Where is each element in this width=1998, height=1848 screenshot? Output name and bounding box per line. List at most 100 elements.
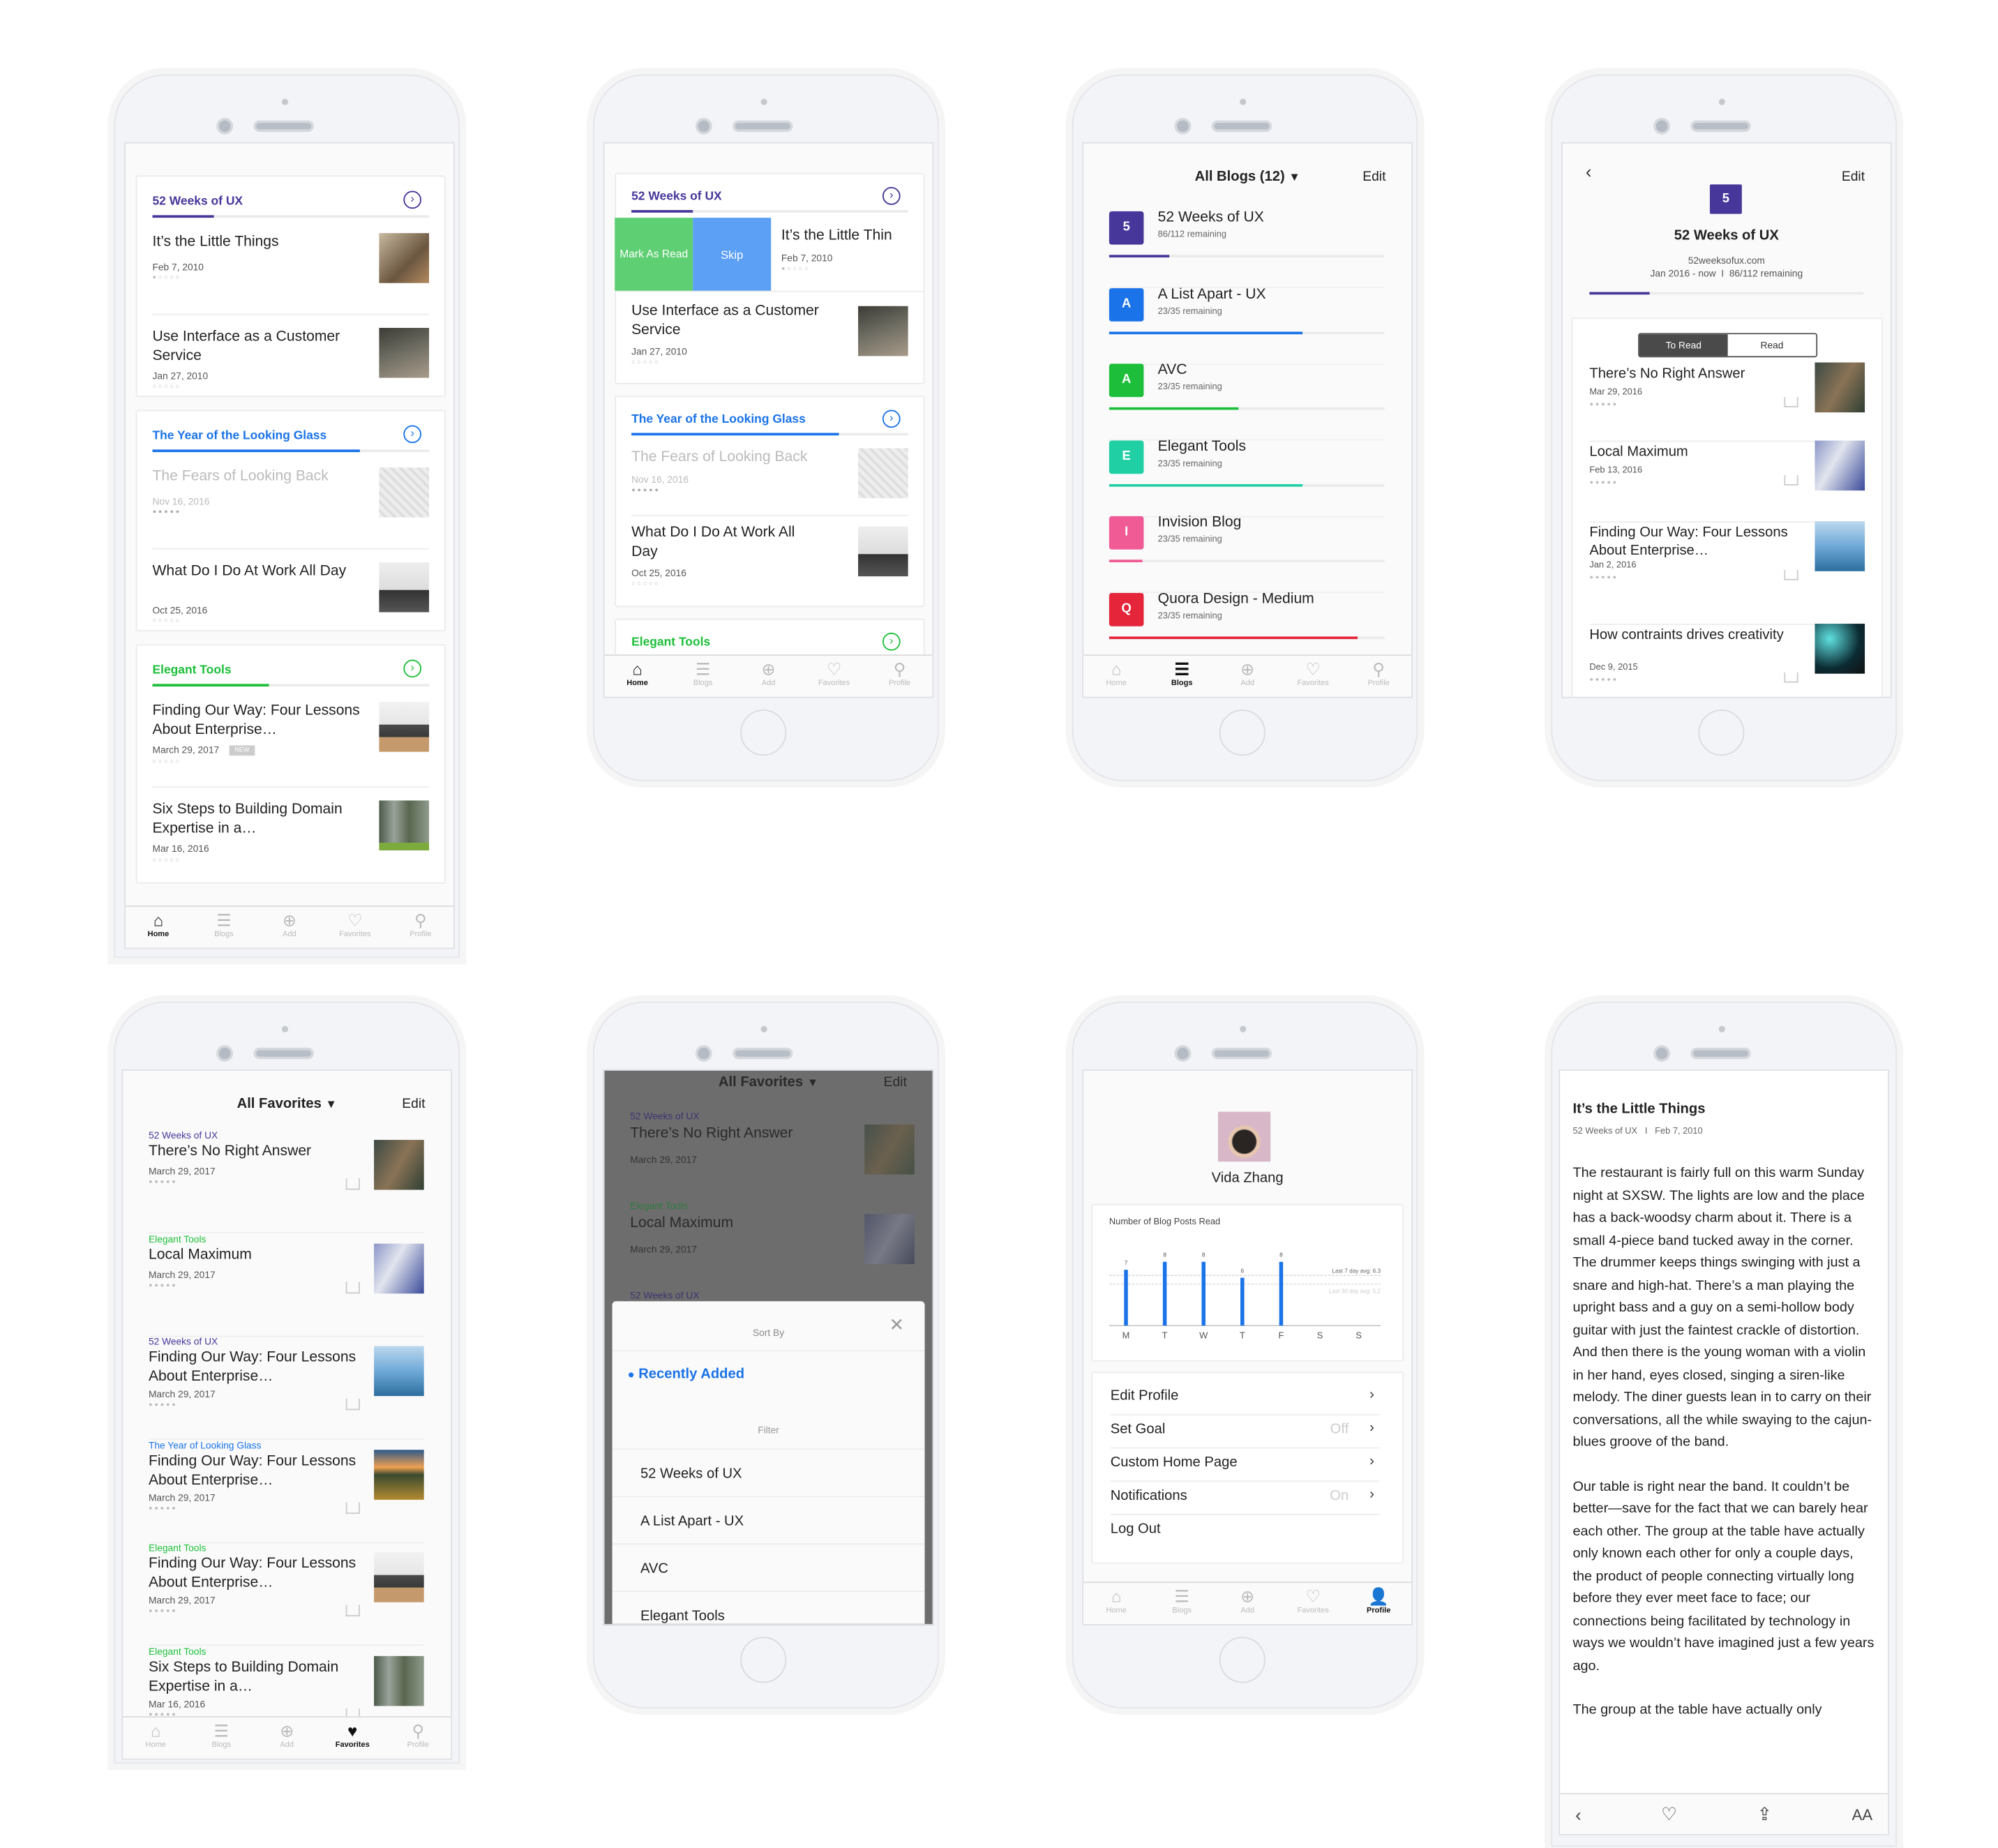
tab-favorites[interactable]: ♡ Favorites — [1280, 1583, 1346, 1624]
blog-url[interactable]: 52weeksofux.com — [1563, 255, 1891, 266]
mark-as-read-button[interactable]: Mark As Read — [615, 218, 693, 291]
tab-home[interactable]: ⌂ Home — [126, 907, 191, 948]
skip-button[interactable]: Skip — [693, 218, 772, 291]
post-item[interactable]: It’s the Little Things Feb 7, 2010 ●○○○○ — [152, 220, 430, 315]
post-item[interactable]: What Do I Do At Work All Day Oct 25, 201… — [152, 550, 430, 637]
post-item[interactable]: The Fears of Looking Back Nov 16, 2016 ●… — [152, 455, 430, 550]
home-button[interactable] — [1219, 709, 1265, 756]
heart-icon[interactable]: ♡ — [1661, 1803, 1677, 1825]
tab-favorites[interactable]: ♡ Favorites — [1280, 656, 1346, 697]
blog-row[interactable]: A AVC 23/35 remaining — [1109, 363, 1385, 441]
share-icon[interactable] — [345, 1398, 360, 1411]
tab-blogs[interactable]: ☰ Blogs — [1149, 1583, 1215, 1624]
sort-option-selected[interactable]: ● Recently Added — [628, 1367, 744, 1382]
tab-home[interactable]: ⌂ Home — [1083, 656, 1149, 697]
favorite-source[interactable]: Elegant Tools — [149, 1233, 206, 1245]
share-icon[interactable] — [345, 1501, 360, 1514]
favorite-item[interactable]: Elegant Tools Finding Our Way: Four Less… — [148, 1542, 424, 1646]
tab-add[interactable]: ⊕ Add — [257, 907, 322, 948]
blog-card[interactable]: 52 Weeks of UX › Mark As Read Skip It’s … — [615, 172, 925, 384]
chevron-right-circle-icon[interactable]: › — [403, 425, 422, 444]
blog-card-title[interactable]: The Year of the Looking Glass — [631, 412, 806, 426]
tab-add[interactable]: ⊕ Add — [736, 656, 802, 697]
tab-home[interactable]: ⌂ Home — [1083, 1583, 1149, 1624]
post-item[interactable]: Six Steps to Building Domain Expertise i… — [152, 788, 430, 880]
post-item[interactable]: Local Maximum Feb 13, 2016 ●●●●● — [1589, 440, 1865, 523]
edit-button[interactable]: Edit — [1362, 169, 1385, 184]
tab-profile[interactable]: ⚲ Profile — [385, 1718, 451, 1759]
edit-button[interactable]: Edit — [402, 1097, 425, 1112]
chevron-right-circle-icon[interactable]: › — [403, 190, 422, 209]
filter-option[interactable]: Elegant Tools — [612, 1591, 925, 1624]
chevron-right-circle-icon[interactable]: › — [882, 632, 901, 651]
blog-row[interactable]: I Invision Blog 23/35 remaining — [1109, 515, 1385, 594]
blog-row[interactable]: A A List Apart - UX 23/35 remaining — [1109, 286, 1385, 365]
filter-option[interactable]: A List Apart - UX — [612, 1496, 925, 1545]
menu-item[interactable]: Edit Profile › — [1110, 1381, 1380, 1415]
close-icon[interactable]: ✕ — [889, 1314, 905, 1336]
menu-item[interactable]: Log Out — [1111, 1514, 1380, 1547]
share-icon[interactable] — [1784, 475, 1798, 486]
tab-blogs[interactable]: ☰ Blogs — [191, 907, 257, 948]
favorite-source[interactable]: The Year of Looking Glass — [149, 1439, 262, 1451]
tab-favorites[interactable]: ♡ Favorites — [802, 656, 867, 697]
home-button[interactable] — [740, 709, 787, 756]
blog-card[interactable]: 52 Weeks of UX › It’s the Little Things … — [135, 175, 446, 398]
post-item[interactable]: Finding Our Way: Four Lessons About Ente… — [152, 689, 430, 788]
favorite-item[interactable]: 52 Weeks of UX Finding Our Way: Four Les… — [148, 1336, 424, 1440]
favorite-source[interactable]: Elegant Tools — [149, 1645, 206, 1657]
favorite-item[interactable]: 52 Weeks of UX There’s No Right Answer M… — [148, 1129, 424, 1233]
menu-item[interactable]: Notifications On › — [1110, 1480, 1380, 1515]
home-button[interactable] — [1219, 1637, 1265, 1683]
tab-profile[interactable]: 👤 Profile — [1346, 1583, 1411, 1624]
share-icon[interactable] — [345, 1281, 360, 1293]
blog-card-title[interactable]: The Year of the Looking Glass — [152, 429, 326, 443]
avatar[interactable] — [1217, 1111, 1271, 1162]
tab-add[interactable]: ⊕ Add — [254, 1718, 320, 1759]
blog-row[interactable]: 5 52 Weeks of UX 86/112 remaining — [1109, 210, 1385, 289]
post-item[interactable]: The Fears of Looking Back Nov 16, 2016 ●… — [631, 441, 908, 516]
tab-blogs[interactable]: ☰ Blogs — [1149, 656, 1215, 697]
post-item[interactable]: There’s No Right Answer Mar 29, 2016 ●●●… — [1589, 362, 1865, 442]
share-icon[interactable] — [1784, 569, 1798, 580]
swiped-post-item[interactable]: Mark As Read Skip It’s the Little Thin F… — [615, 218, 924, 292]
tab-favorites[interactable]: ♥ Favorites — [320, 1718, 385, 1759]
filter-option[interactable]: 52 Weeks of UX — [612, 1448, 925, 1497]
blog-card-title[interactable]: Elegant Tools — [631, 636, 710, 649]
share-icon[interactable] — [345, 1605, 360, 1616]
tab-favorites[interactable]: ♡ Favorites — [322, 907, 388, 948]
back-chevron-icon[interactable]: ‹ — [1575, 1804, 1582, 1824]
post-item[interactable]: Finding Our Way: Four Lessons About Ente… — [1589, 521, 1865, 625]
favorite-source[interactable]: Elegant Tools — [149, 1542, 206, 1554]
tab-home[interactable]: ⌂ Home — [605, 656, 670, 697]
blog-row[interactable]: E Elegant Tools 23/35 remaining — [1109, 439, 1385, 517]
home-button[interactable] — [740, 1637, 787, 1683]
favorite-source[interactable]: 52 Weeks of UX — [149, 1336, 218, 1348]
edit-button[interactable]: Edit — [884, 1074, 907, 1090]
share-icon[interactable]: ⇪ — [1757, 1803, 1773, 1825]
tab-profile[interactable]: ⚲ Profile — [1346, 656, 1411, 697]
tab-blogs[interactable]: ☰ Blogs — [188, 1718, 254, 1759]
favorite-item[interactable]: The Year of Looking Glass Finding Our Wa… — [148, 1439, 424, 1543]
tab-add[interactable]: ⊕ Add — [1215, 656, 1280, 697]
tab-add[interactable]: ⊕ Add — [1215, 1583, 1280, 1624]
share-icon[interactable] — [1784, 397, 1798, 407]
post-item[interactable]: Use Interface as a Customer Service Jan … — [152, 315, 430, 403]
blog-card[interactable]: Elegant Tools › Finding Our Way: Four Le… — [135, 644, 446, 884]
edit-button[interactable]: Edit — [1842, 169, 1865, 184]
home-button[interactable] — [1698, 709, 1745, 756]
segment-to-read[interactable]: To Read — [1639, 334, 1728, 356]
tab-home[interactable]: ⌂ Home — [123, 1718, 188, 1759]
blog-card-title[interactable]: 52 Weeks of UX — [631, 190, 722, 204]
chevron-right-circle-icon[interactable]: › — [882, 187, 901, 205]
favorite-source[interactable]: 52 Weeks of UX — [149, 1129, 218, 1141]
tab-blogs[interactable]: ☰ Blogs — [670, 656, 736, 697]
blog-card[interactable]: The Year of the Looking Glass › The Fear… — [615, 396, 925, 608]
blog-card[interactable]: The Year of the Looking Glass › The Fear… — [135, 410, 446, 632]
tab-profile[interactable]: ⚲ Profile — [867, 656, 933, 697]
font-size-button[interactable]: AA — [1852, 1805, 1872, 1824]
share-icon[interactable] — [345, 1178, 360, 1190]
post-item[interactable]: How contraints drives creativity Dec 9, … — [1589, 624, 1865, 697]
post-item[interactable]: What Do I Do At Work All Day Oct 25, 201… — [631, 516, 908, 603]
filter-option[interactable]: AVC — [612, 1543, 925, 1592]
